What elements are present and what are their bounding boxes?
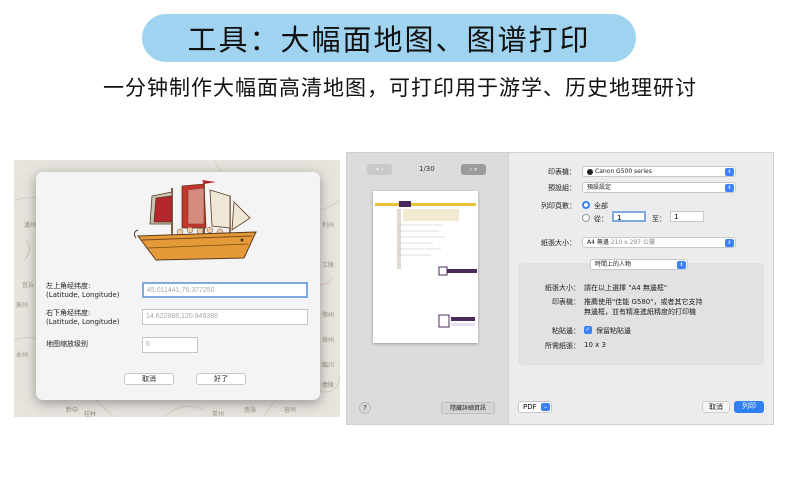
map-screenshot: 宜丘 利州 江陵 鄂州 岳州 廣陵 永州 瀘州 黔中 桂林 英州 南海 容州 辰…: [14, 160, 340, 417]
map-label: 岳州: [322, 337, 335, 344]
printer-label: 印表機：: [548, 168, 576, 176]
printer-select[interactable]: Canon G500 series ⇕: [582, 166, 736, 177]
cancel-button[interactable]: 取消: [124, 373, 174, 385]
preset-select[interactable]: 預設設定 ⇕: [582, 182, 736, 193]
print-button[interactable]: 列印: [734, 401, 764, 413]
print-dialog: « ‹ 1/30 › » ? 隱藏詳細資訊 印表機： Canon G500 se…: [346, 152, 774, 425]
promo-stage: 工具：大幅面地图、图谱打印 一分钟制作大幅面高清地图，可打印用于游学、历史地理研…: [0, 0, 800, 500]
chevron-updown-icon: ⇕: [677, 261, 686, 269]
chevron-updown-icon: ⇕: [725, 184, 734, 192]
paste-margin-check-label: 保留粘貼邊: [596, 327, 631, 335]
sailing-ship-illustration: [133, 180, 257, 261]
printer-note-line1: 推薦使用"佳能 G580"，或者其它支持: [584, 298, 703, 306]
paper-size-select[interactable]: A4 無邊 210 x 297 公釐 ⇕: [582, 237, 736, 248]
map-label: 宜丘: [22, 282, 35, 289]
map-label: 桂林: [84, 411, 97, 417]
paper-size-hint: 請在以上選擇 "A4 無邊框": [584, 284, 668, 292]
app-section-select[interactable]: 時間上的人物 ⇕: [590, 259, 688, 270]
chevron-updown-icon: ⇕: [725, 239, 734, 247]
map-label: 廣陵: [322, 382, 335, 389]
map-label: 容州: [284, 407, 297, 414]
printer-note-line2: 無邊框，並有精准進紙精度的打印機: [584, 308, 696, 316]
preset-label: 預設組：: [548, 184, 576, 192]
sheets-needed-label: 所需紙張：: [545, 342, 580, 350]
pages-to-label: 至：: [652, 215, 666, 223]
bottom-right-coords-input[interactable]: 14.622888,120.949386: [142, 309, 308, 325]
map-label: 南海: [244, 407, 257, 414]
pdf-menu-button[interactable]: PDF ⌄: [518, 401, 552, 413]
top-left-coords-input[interactable]: 45.011441,76.377250: [142, 282, 308, 298]
map-label: 利州: [322, 222, 335, 229]
top-left-coords-label: 左上角经纬度: (Latitude, Longitude): [46, 282, 120, 299]
pages-all-radio[interactable]: [582, 201, 590, 209]
pages-to-input[interactable]: 1: [670, 211, 704, 222]
print-settings-pane: 印表機： Canon G500 series ⇕ 預設組： 預設設定 ⇕ 列印頁…: [510, 153, 773, 424]
printer-icon: [587, 168, 593, 175]
chevron-updown-icon: ⇕: [725, 168, 734, 176]
map-label: 臨川: [322, 362, 335, 369]
print-cancel-button[interactable]: 取消: [702, 401, 730, 413]
map-label: 黔中: [66, 407, 79, 414]
pages-from-label: 從：: [594, 215, 608, 223]
pages-label: 列印頁數：: [541, 202, 576, 210]
first-page-button[interactable]: « ‹: [367, 164, 392, 175]
chevron-down-icon: ⌄: [541, 403, 550, 411]
pages-from-input[interactable]: 1: [612, 211, 646, 222]
paste-margin-checkbox[interactable]: ✓: [584, 326, 592, 334]
pages-all-label: 全部: [594, 202, 608, 210]
page-thumbnail: [373, 191, 478, 343]
print-preview-pane: « ‹ 1/30 › » ? 隱藏詳細資訊: [347, 153, 509, 424]
help-button[interactable]: ?: [359, 402, 371, 414]
page-indicator: 1/30: [419, 165, 435, 173]
hide-details-button[interactable]: 隱藏詳細資訊: [441, 402, 495, 414]
coordinates-dialog: 左上角经纬度: (Latitude, Longitude) 45.011441,…: [36, 172, 320, 400]
sheets-needed-value: 10 x 3: [584, 341, 606, 349]
bottom-right-coords-label: 右下角经纬度: (Latitude, Longitude): [46, 309, 120, 326]
paste-margin-label: 粘貼邊：: [552, 327, 580, 335]
map-label: 永州: [16, 352, 29, 359]
page-subtitle: 一分钟制作大幅面高清地图，可打印用于游学、历史地理研讨: [103, 76, 697, 100]
thumbnail-graphic: [375, 201, 477, 328]
paper-size-hint-label: 紙張大小：: [545, 284, 580, 292]
app-options-section: 時間上的人物 ⇕ 紙張大小： 請在以上選擇 "A4 無邊框" 印表機： 推薦使用…: [518, 259, 764, 365]
printer-note-label: 印表機：: [552, 298, 580, 306]
zoom-level-label: 地图缩放级别: [46, 340, 88, 348]
map-label: 辰州: [16, 302, 29, 309]
title-banner: 工具：大幅面地图、图谱打印: [142, 14, 636, 62]
zoom-level-input[interactable]: 6: [142, 337, 198, 353]
map-label: 瀘州: [24, 222, 37, 229]
map-label: 英州: [212, 411, 225, 417]
paper-size-label: 紙張大小：: [541, 239, 576, 247]
ok-button[interactable]: 好了: [196, 373, 246, 385]
page-title: 工具：大幅面地图、图谱打印: [187, 23, 591, 57]
next-page-button[interactable]: › »: [461, 164, 486, 175]
map-label: 鄂州: [322, 312, 335, 319]
map-label: 江陵: [322, 262, 335, 269]
pages-range-radio[interactable]: [582, 214, 590, 222]
